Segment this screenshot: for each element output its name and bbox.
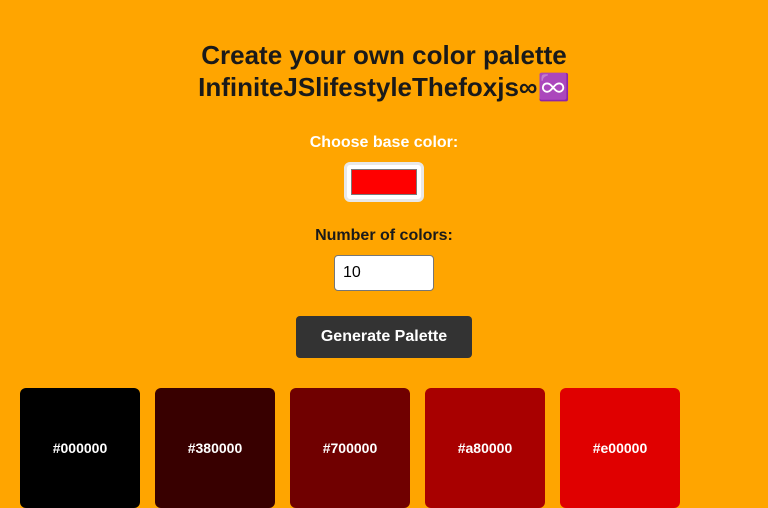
palette-swatch-label: #e00000 (592, 440, 648, 456)
page-title-line2: InfiniteJSlifestyleThefoxjs∞♾️ (198, 72, 570, 102)
palette-container: #000000 #380000 #700000 #a80000 #e00000 (20, 388, 680, 508)
palette-swatch-label: #700000 (322, 440, 378, 456)
base-color-picker[interactable] (344, 162, 424, 202)
palette-swatch[interactable]: #000000 (20, 388, 140, 508)
generate-palette-button[interactable]: Generate Palette (296, 316, 472, 358)
palette-swatch-label: #000000 (52, 440, 108, 456)
palette-swatch[interactable]: #700000 (290, 388, 410, 508)
number-of-colors-label: Number of colors: (315, 227, 453, 244)
page-title: Create your own color palette InfiniteJS… (0, 39, 768, 103)
palette-swatch[interactable]: #a80000 (425, 388, 545, 508)
palette-generator-page: Create your own color palette InfiniteJS… (0, 0, 768, 508)
number-of-colors-input[interactable] (334, 255, 434, 291)
palette-swatch-label: #380000 (187, 440, 243, 456)
base-color-swatch[interactable] (351, 169, 417, 195)
palette-swatch-label: #a80000 (457, 440, 513, 456)
page-title-line1: Create your own color palette (201, 40, 567, 70)
palette-swatch[interactable]: #380000 (155, 388, 275, 508)
palette-swatch[interactable]: #e00000 (560, 388, 680, 508)
base-color-label: Choose base color: (309, 134, 459, 151)
